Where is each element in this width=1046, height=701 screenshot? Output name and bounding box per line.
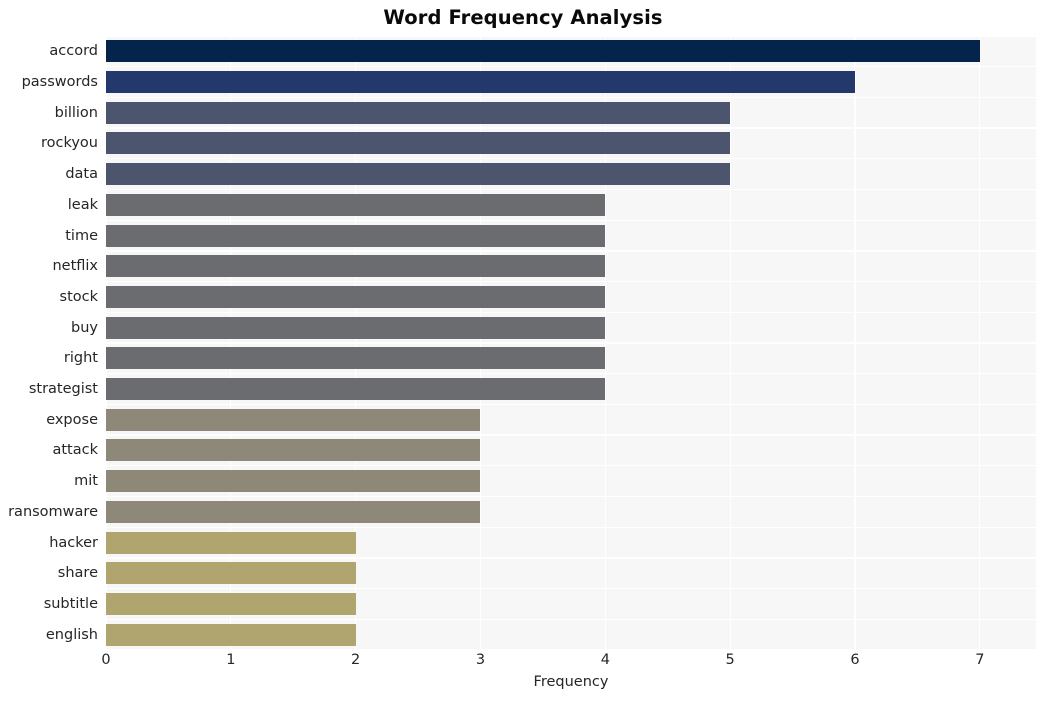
x-tick-label: 0 [101, 652, 111, 668]
gridline-horizontal [106, 96, 1036, 99]
gridline-horizontal [106, 465, 1036, 467]
x-tick-label: 4 [600, 652, 610, 668]
bar [106, 71, 855, 94]
gridline-horizontal [106, 35, 1036, 37]
y-tick-label: subtitle [43, 595, 98, 612]
y-tick-label: time [65, 227, 98, 244]
gridline-horizontal [106, 219, 1036, 221]
bar [106, 224, 606, 247]
y-tick-label: share [57, 565, 98, 582]
bar [106, 316, 606, 339]
gridline-horizontal [106, 127, 1036, 129]
bar [106, 193, 606, 216]
y-tick-label: leak [67, 196, 98, 213]
y-tick-label: accord [49, 43, 98, 60]
gridline-horizontal [106, 311, 1036, 313]
bar [106, 439, 481, 462]
gridline-horizontal [106, 342, 1036, 344]
bar [106, 132, 731, 155]
gridline-horizontal [106, 495, 1036, 498]
x-tick-label: 1 [226, 652, 236, 668]
bar [106, 623, 356, 646]
bar [106, 500, 481, 523]
gridline-horizontal [106, 250, 1036, 252]
x-axis-tick-labels: 0 1 2 3 4 5 6 7 [0, 652, 1046, 676]
bar [106, 531, 356, 554]
y-tick-label: hacker [49, 534, 98, 551]
gridline-horizontal [106, 403, 1036, 406]
y-tick-label: buy [71, 319, 98, 336]
gridline-horizontal [106, 66, 1036, 68]
x-tick-label: 3 [475, 652, 486, 668]
bar [106, 255, 606, 278]
y-tick-label: mit [74, 473, 98, 490]
bar [106, 408, 481, 431]
bar [106, 562, 356, 585]
y-tick-label: passwords [21, 74, 98, 91]
gridline-horizontal [106, 587, 1036, 590]
x-tick-label: 7 [975, 652, 985, 668]
bar [106, 163, 731, 186]
x-axis-label: Frequency [533, 674, 609, 690]
gridline-horizontal [106, 649, 1036, 651]
chart-title: Word Frequency Analysis [383, 6, 663, 29]
y-tick-label: data [65, 166, 98, 183]
gridline-horizontal [106, 526, 1036, 528]
y-tick-label: attack [52, 442, 98, 459]
gridline-horizontal [106, 188, 1036, 191]
y-tick-label: expose [46, 411, 98, 428]
bar [106, 470, 481, 493]
bar [106, 592, 356, 615]
x-tick-label: 6 [850, 652, 860, 668]
bar [106, 378, 606, 401]
x-tick-label: 2 [351, 652, 361, 668]
y-tick-label: billion [54, 104, 98, 121]
y-tick-label: right [63, 350, 98, 367]
x-tick-label: 5 [725, 652, 735, 668]
gridline-horizontal [106, 158, 1036, 160]
word-frequency-chart: Word Frequency Analysis accord passwords b… [0, 0, 1046, 701]
bar [106, 40, 980, 63]
gridline-horizontal [106, 373, 1036, 375]
y-axis-tick-labels: accord passwords billion rockyou data leak tim… [0, 36, 98, 650]
bar [106, 101, 731, 124]
y-tick-label: strategist [28, 381, 98, 398]
y-tick-label: netflix [52, 258, 98, 275]
y-tick-label: english [45, 626, 98, 643]
y-tick-label: ransomware [8, 503, 98, 520]
gridline-horizontal [106, 434, 1036, 436]
y-tick-label: stock [59, 288, 98, 305]
bar [106, 285, 606, 308]
gridline-horizontal [106, 280, 1036, 283]
plot-area [105, 35, 1036, 651]
gridline-horizontal [106, 557, 1036, 559]
y-tick-label: rockyou [40, 135, 98, 152]
gridline-horizontal [106, 618, 1036, 620]
bar [106, 347, 606, 370]
